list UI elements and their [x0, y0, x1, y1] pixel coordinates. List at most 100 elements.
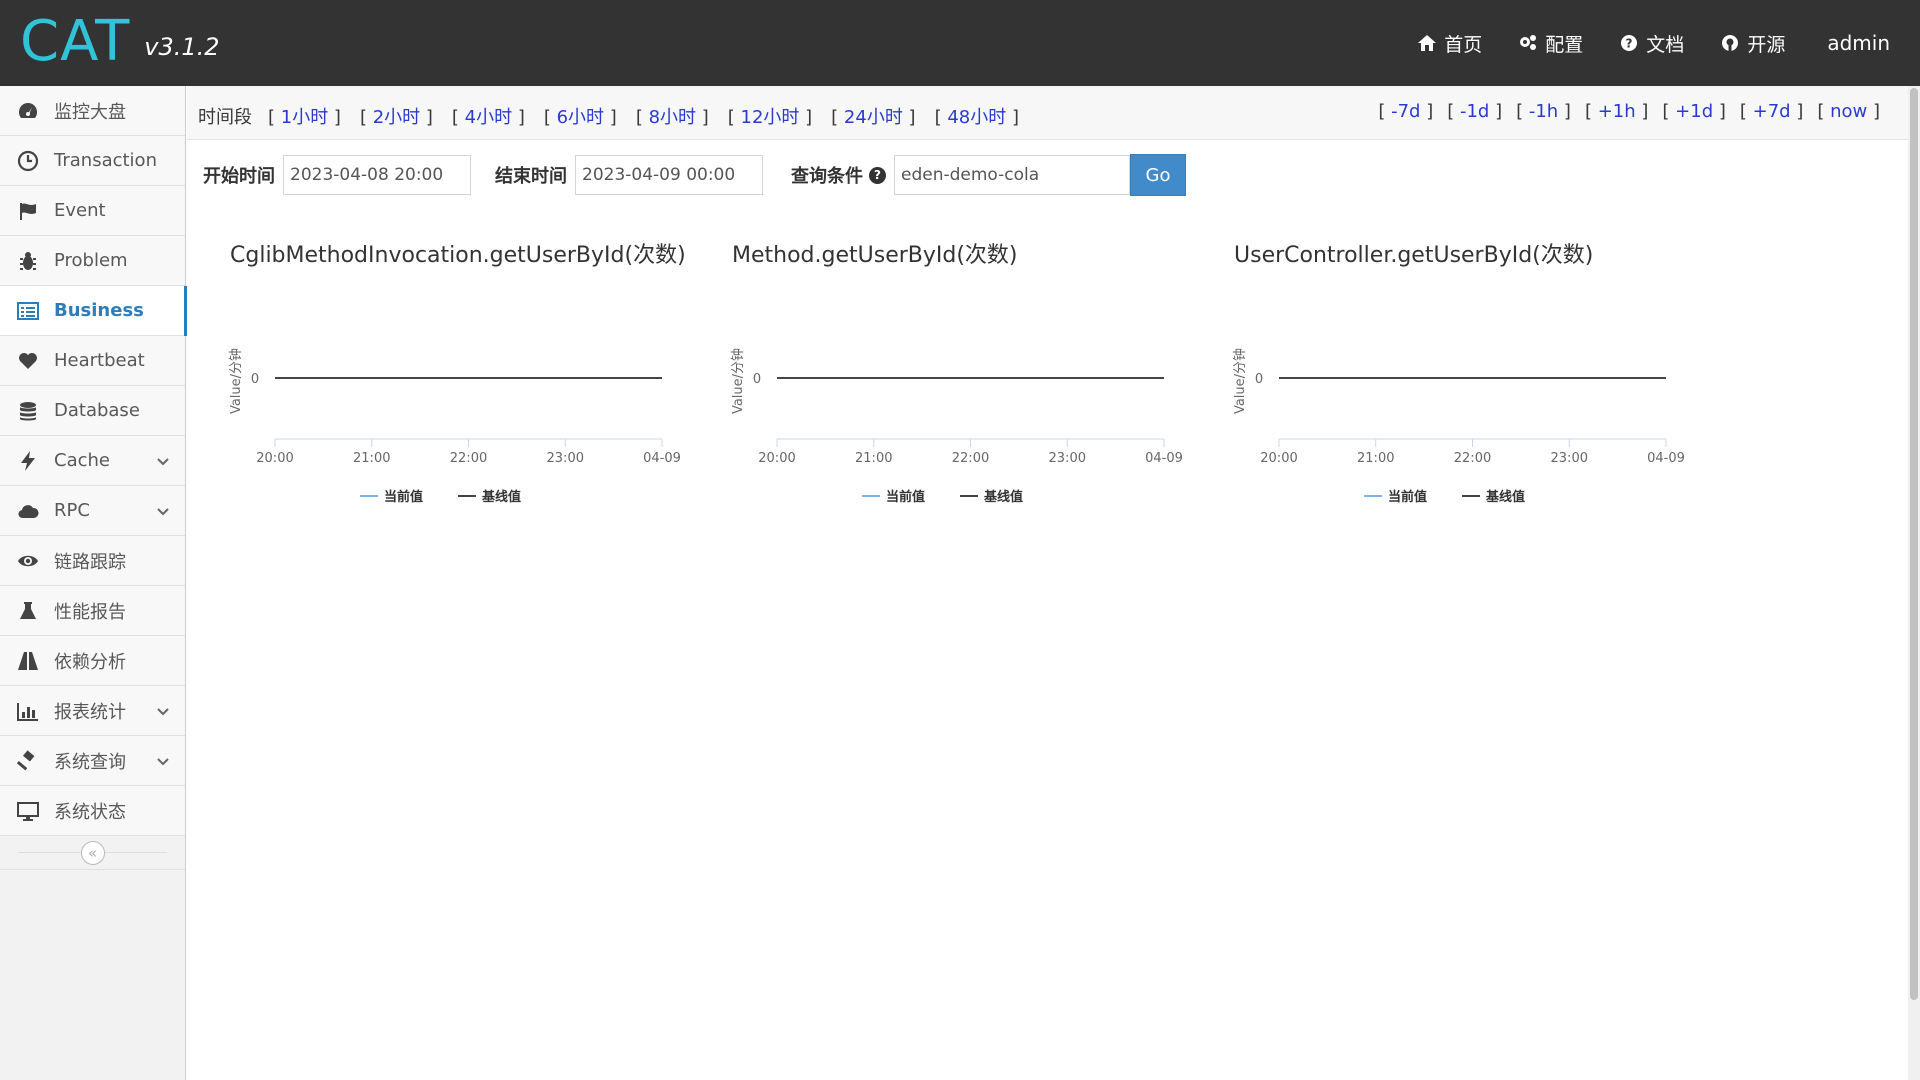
- sidebar-item-label: 监控大盘: [54, 101, 126, 123]
- sidebar-item-label: 报表统计: [54, 701, 126, 723]
- user-menu[interactable]: admin: [1827, 31, 1890, 55]
- legend-item: 基线值: [983, 489, 1023, 505]
- chart-panel: UserController.getUserById(次数) Value/分钟 0 2…: [1224, 226, 1724, 526]
- x-tick-label: 21:00: [855, 451, 892, 466]
- range-link-2h[interactable]: 2小时: [373, 107, 420, 128]
- flag-icon: [20, 202, 36, 220]
- shift-link-minus-1d[interactable]: -1d: [1460, 101, 1489, 122]
- y-axis-label: Value/分钟: [228, 348, 244, 414]
- sidebar-item-label: RPC: [54, 500, 90, 521]
- sidebar-item-cache[interactable]: Cache: [0, 436, 185, 486]
- sidebar-item-tracing[interactable]: 链路跟踪: [0, 536, 185, 586]
- range-link-4h[interactable]: 4小时: [465, 107, 512, 128]
- shift-link-plus-7d[interactable]: +7d: [1753, 101, 1791, 122]
- sidebar-item-database[interactable]: Database: [0, 386, 185, 436]
- chart-title: UserController.getUserById(次数): [1234, 243, 1593, 268]
- x-tick-label: 22:00: [450, 451, 487, 466]
- sidebar-item-rpc[interactable]: RPC: [0, 486, 185, 536]
- start-time-input[interactable]: [283, 155, 471, 195]
- sidebar-item-report-stats[interactable]: 报表统计: [0, 686, 185, 736]
- x-tick-label: 22:00: [952, 451, 989, 466]
- gavel-icon: [17, 749, 35, 770]
- nav-docs-label: 文档: [1646, 33, 1685, 56]
- nav-docs-link[interactable]: ? 文档: [1619, 30, 1684, 57]
- shift-link-plus-1d[interactable]: +1d: [1675, 101, 1713, 122]
- range-links: [ 1小时 ] [ 2小时 ] [ 4小时 ] [ 6小时 ] [ 8小时 ] …: [268, 107, 1019, 128]
- end-time-label: 结束时间: [495, 166, 567, 187]
- legend-item: 基线值: [1485, 489, 1525, 505]
- sidebar-collapse-toggle[interactable]: «: [0, 836, 185, 870]
- scrollbar-thumb[interactable]: [1910, 88, 1918, 1000]
- logo-mark: CAT: [20, 9, 131, 74]
- x-tick-label: 20:00: [1260, 451, 1297, 466]
- x-tick-label: 04-09: [643, 451, 681, 466]
- chart-svg-2: UserController.getUserById(次数) Value/分钟 0 2…: [1232, 243, 1685, 505]
- range-link-12h[interactable]: 12小时: [741, 107, 800, 128]
- github-icon: [1722, 35, 1739, 51]
- sidebar-item-system-status[interactable]: 系统状态: [0, 786, 185, 836]
- shift-link-plus-1h[interactable]: +1h: [1598, 101, 1636, 122]
- sidebar-item-event[interactable]: Event: [0, 186, 185, 236]
- end-time-input[interactable]: [575, 155, 763, 195]
- x-tick-label: 20:00: [758, 451, 795, 466]
- double-angle-left-icon: «: [80, 840, 105, 865]
- bolt-icon: [21, 450, 35, 471]
- charts-area: CglibMethodInvocation.getUserById(次数) Val…: [187, 226, 1920, 626]
- range-link-24h[interactable]: 24小时: [844, 107, 903, 128]
- x-tick-label: 23:00: [547, 451, 584, 466]
- range-link-1h[interactable]: 1小时: [281, 107, 328, 128]
- nav-config-link[interactable]: 配置: [1518, 30, 1583, 57]
- clock-icon: [17, 150, 39, 171]
- sidebar-item-dependency[interactable]: 依赖分析: [0, 636, 185, 686]
- y-axis-label: Value/分钟: [1232, 348, 1248, 414]
- nav-opensource-link[interactable]: 开源: [1720, 30, 1785, 57]
- bar-chart-icon: [17, 702, 38, 721]
- shift-link-minus-1h[interactable]: -1h: [1529, 101, 1558, 122]
- svg-text:?: ?: [1626, 37, 1633, 51]
- sidebar-item-label: Heartbeat: [54, 350, 145, 371]
- sidebar-item-label: Cache: [54, 450, 110, 471]
- range-link-48h[interactable]: 48小时: [947, 107, 1006, 128]
- top-header: CAT v3.1.2 首页 配置 ? 文档 开源 admin: [0, 0, 1920, 86]
- sidebar-item-dashboard[interactable]: 监控大盘: [0, 86, 185, 136]
- shift-link-minus-7d[interactable]: -7d: [1391, 101, 1420, 122]
- nav-config-label: 配置: [1545, 33, 1584, 56]
- y-axis-label: Value/分钟: [730, 348, 746, 414]
- chart-panel: Method.getUserById(次数) Value/分钟 0 20:00 21:0…: [722, 226, 1222, 526]
- x-tick-label: 22:00: [1454, 451, 1491, 466]
- sidebar-item-business[interactable]: Business: [0, 286, 187, 336]
- chart-svg-1: Method.getUserById(次数) Value/分钟 0 20:00 21:0…: [730, 243, 1183, 505]
- chart-svg-0: CglibMethodInvocation.getUserById(次数) Val…: [228, 243, 686, 505]
- sidebar-item-performance-report[interactable]: 性能报告: [0, 586, 185, 636]
- query-condition-input[interactable]: [894, 155, 1130, 195]
- help-icon[interactable]: ?: [869, 166, 886, 184]
- nav-home-label: 首页: [1444, 33, 1483, 56]
- query-condition-label: 查询条件?: [791, 162, 886, 188]
- sidebar-item-heartbeat[interactable]: Heartbeat: [0, 336, 185, 386]
- range-link-6h[interactable]: 6小时: [557, 107, 604, 128]
- version-label: v3.1.2: [144, 33, 220, 61]
- sidebar-item-label: 链路跟踪: [54, 551, 126, 573]
- sidebar-item-label: 系统查询: [54, 751, 126, 773]
- cogs-icon: [1520, 35, 1537, 50]
- shift-link-now[interactable]: now: [1830, 101, 1867, 122]
- sidebar-item-transaction[interactable]: Transaction: [0, 136, 185, 186]
- sidebar-item-label: Problem: [54, 250, 128, 271]
- sidebar-item-system-query[interactable]: 系统查询: [0, 736, 185, 786]
- nav-home-link[interactable]: 首页: [1417, 30, 1482, 57]
- x-tick-label: 23:00: [1049, 451, 1086, 466]
- go-button[interactable]: Go: [1130, 154, 1186, 196]
- legend-item: 基线值: [481, 489, 521, 505]
- chevron-down-icon: [157, 708, 169, 716]
- sidebar-item-label: Database: [54, 400, 140, 421]
- range-link-8h[interactable]: 8小时: [649, 107, 696, 128]
- query-form: 开始时间 结束时间 查询条件? Go: [203, 154, 1186, 196]
- sidebar-item-label: 依赖分析: [54, 651, 126, 673]
- cat-logo[interactable]: CAT v3.1.2: [20, 12, 220, 72]
- legend-item: 当前值: [1388, 489, 1427, 505]
- sidebar-item-label: 系统状态: [54, 801, 126, 823]
- y-tick-label: 0: [1255, 372, 1263, 387]
- nav-opensource-label: 开源: [1747, 33, 1786, 56]
- sidebar-item-problem[interactable]: Problem: [0, 236, 185, 286]
- question-circle-icon: ?: [1621, 35, 1638, 51]
